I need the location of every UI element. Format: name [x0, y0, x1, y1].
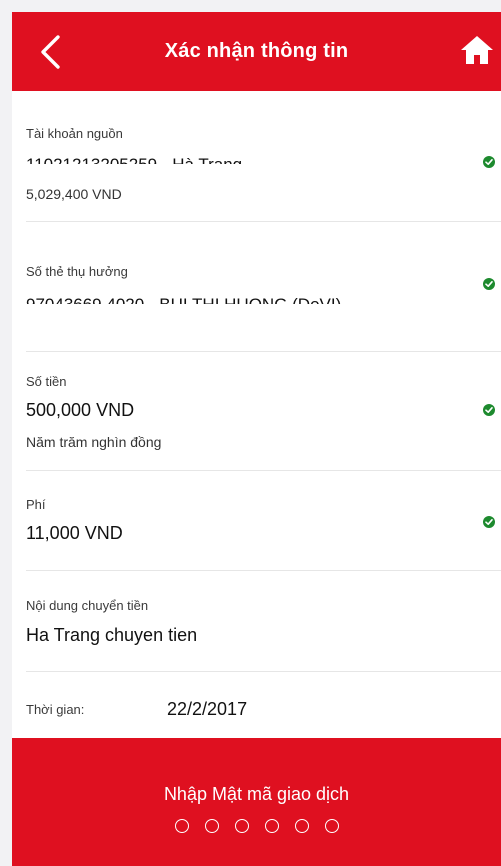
check-icon: [483, 156, 495, 168]
amount-value: 500,000 VND: [26, 400, 135, 420]
transfer-content-value: Ha Trang chuyen tien: [26, 625, 198, 645]
divider: [26, 570, 501, 571]
amount-label: Số tiền: [26, 374, 67, 389]
time-label: Thời gian:: [26, 702, 85, 717]
pin-label: Nhập Mật mã giao dịch: [163, 784, 350, 804]
check-icon: [483, 404, 495, 416]
time-value: 22/2/2017: [167, 699, 248, 719]
amount-in-words: Năm trăm nghìn đồng: [26, 434, 162, 450]
pin-dot: [174, 819, 189, 833]
check-icon: [483, 516, 495, 528]
divider: [26, 221, 501, 222]
chevron-left-icon: [41, 35, 60, 69]
home-button[interactable]: [459, 32, 495, 68]
pin-dot: [294, 819, 309, 833]
home-icon: [461, 36, 493, 64]
back-button[interactable]: [38, 34, 62, 70]
pin-dot: [324, 819, 339, 833]
source-account-label: Tài khoản nguồn: [26, 126, 123, 141]
beneficiary-card-value: 97043669 4020 - BUI THI HUONG (DoVI): [26, 294, 341, 304]
pin-dot: [264, 819, 279, 833]
fee-value: 11,000 VND: [26, 523, 123, 543]
pin-dots[interactable]: [12, 819, 501, 833]
check-icon: [483, 278, 495, 290]
beneficiary-card-label: Số thẻ thụ hưởng: [26, 264, 128, 279]
transfer-content-label: Nội dung chuyển tiền: [26, 598, 149, 613]
divider: [26, 470, 501, 471]
pin-dot: [204, 819, 219, 833]
divider: [26, 351, 501, 352]
confirmation-screen: Xác nhận thông tin Tài khoản nguồn 11021…: [12, 12, 501, 866]
pin-dot: [234, 819, 249, 833]
divider: [26, 671, 501, 672]
source-account-balance: 5,029,400 VND: [26, 186, 122, 202]
source-account-value: 11021213205259 - Hà Trang: [26, 154, 242, 164]
pin-entry-panel[interactable]: Nhập Mật mã giao dịch: [12, 738, 501, 866]
top-bar: Xác nhận thông tin: [12, 12, 501, 91]
page-title: Xác nhận thông tin: [164, 40, 349, 62]
fee-label: Phí: [26, 497, 46, 512]
